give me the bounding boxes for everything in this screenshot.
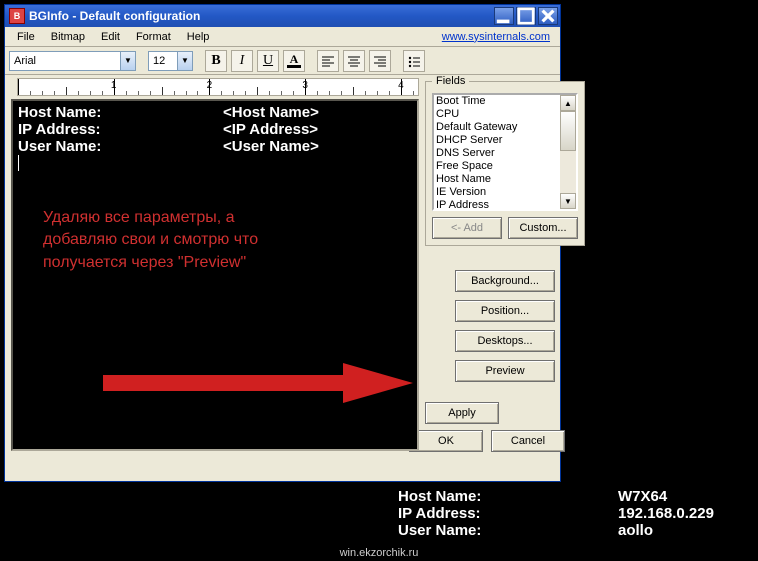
minimize-button[interactable] [494,7,514,25]
desktops-button[interactable]: Desktops... [455,330,555,352]
editor-value: <Host Name> [223,104,319,121]
list-item[interactable]: DHCP Server [434,134,560,147]
list-item[interactable]: Default Gateway [434,121,560,134]
editor-label: Host Name: [18,104,223,121]
menu-format[interactable]: Format [128,29,179,45]
list-item[interactable]: Boot Time [434,95,560,108]
font-name-input[interactable] [10,52,120,70]
window-title: BGInfo - Default configuration [29,9,494,23]
toolbar: ▼ ▼ B I U A [5,47,560,75]
desk-value: W7X64 [618,488,738,505]
list-item[interactable]: CPU [434,108,560,121]
annotation-text: Удаляю все параметры, а добавляю свои и … [43,207,303,274]
sysinternals-link[interactable]: www.sysinternals.com [442,31,550,43]
maximize-button[interactable] [516,7,536,25]
editor-area[interactable]: Host Name:<Host Name> IP Address:<IP Add… [11,99,419,451]
desk-label: IP Address: [398,505,618,522]
editor-label: IP Address: [18,121,223,138]
cancel-button[interactable]: Cancel [491,430,565,452]
underline-button[interactable]: U [257,50,279,72]
menubar: File Bitmap Edit Format Help www.sysinte… [5,27,560,47]
desk-label: Host Name: [398,488,618,505]
align-right-button[interactable] [369,50,391,72]
bginfo-window: B BGInfo - Default configuration File Bi… [4,4,561,482]
desk-value: 192.168.0.229 [618,505,738,522]
font-size-combo[interactable]: ▼ [148,51,193,71]
background-button[interactable]: Background... [455,270,555,292]
desk-label: User Name: [398,522,618,539]
fields-group: Fields Boot Time CPU Default Gateway DHC… [425,75,585,246]
menu-file[interactable]: File [9,29,43,45]
scroll-track[interactable] [560,151,576,193]
font-name-combo[interactable]: ▼ [9,51,136,71]
desk-value: aollo [618,522,738,539]
preview-button[interactable]: Preview [455,360,555,382]
align-left-button[interactable] [317,50,339,72]
editor-value: <IP Address> [223,121,318,138]
chevron-down-icon[interactable]: ▼ [177,52,192,70]
italic-button[interactable]: I [231,50,253,72]
fields-listbox[interactable]: Boot Time CPU Default Gateway DHCP Serve… [432,93,578,211]
window-controls [494,7,558,25]
list-item[interactable]: Free Space [434,160,560,173]
scroll-down-icon[interactable]: ▼ [560,193,576,209]
bold-button[interactable]: B [205,50,227,72]
menu-bitmap[interactable]: Bitmap [43,29,93,45]
list-item[interactable]: IP Address [434,199,560,209]
align-center-button[interactable] [343,50,365,72]
watermark: win.ekzorchik.ru [340,547,419,559]
ok-button[interactable]: OK [409,430,483,452]
titlebar: B BGInfo - Default configuration [5,5,560,27]
close-button[interactable] [538,7,558,25]
position-button[interactable]: Position... [455,300,555,322]
chevron-down-icon[interactable]: ▼ [120,52,135,70]
editor-label: User Name: [18,138,223,155]
list-item[interactable]: Host Name [434,173,560,186]
scroll-up-icon[interactable]: ▲ [560,95,576,111]
font-size-input[interactable] [149,52,177,70]
add-button[interactable]: <- Add [432,217,502,239]
list-item[interactable]: DNS Server [434,147,560,160]
arrow-icon [103,363,413,403]
desktop-info: Host Name:W7X64 IP Address:192.168.0.229… [398,488,738,539]
bullets-button[interactable] [403,50,425,72]
menu-edit[interactable]: Edit [93,29,128,45]
ruler: /* ruler rendered below via JS */ 1234 [17,78,419,96]
text-cursor [18,155,19,171]
app-icon: B [9,8,25,24]
editor-value: <User Name> [223,138,319,155]
list-item[interactable]: IE Version [434,186,560,199]
apply-button[interactable]: Apply [425,402,499,424]
custom-button[interactable]: Custom... [508,217,578,239]
font-color-button[interactable]: A [283,50,305,72]
fields-legend: Fields [432,75,469,87]
scroll-thumb[interactable] [560,111,576,151]
scrollbar[interactable]: ▲ ▼ [560,95,576,209]
menu-help[interactable]: Help [179,29,218,45]
